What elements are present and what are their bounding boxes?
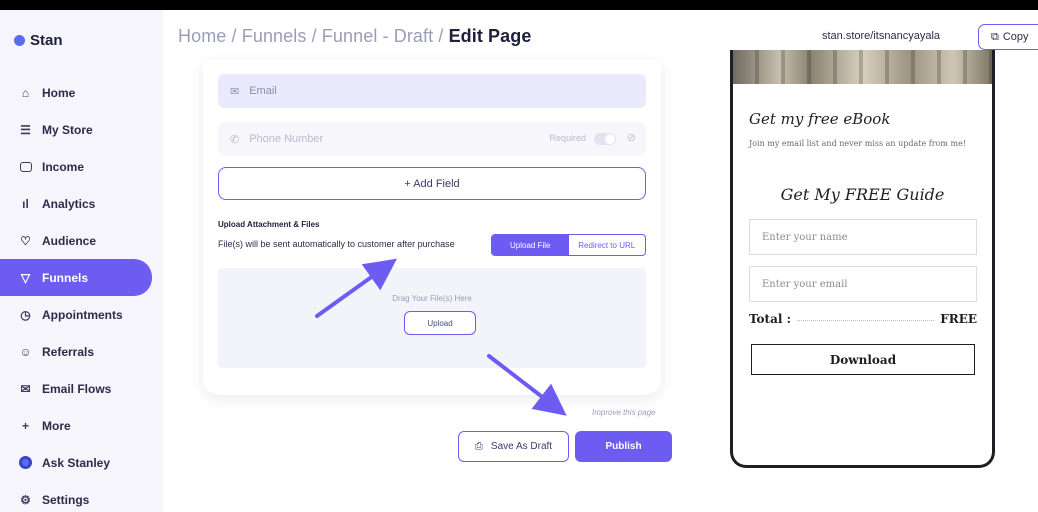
sidebar-item-label: Ask Stanley: [42, 455, 111, 470]
email-field-row[interactable]: ✉ Email: [218, 74, 646, 108]
upload-section-title: Upload Attachment & Files: [218, 220, 320, 229]
clock-icon: ◷: [20, 307, 31, 322]
sidebar-item-label: More: [42, 418, 71, 433]
sidebar-item-label: My Store: [42, 122, 93, 137]
heart-icon: ♡: [20, 233, 31, 248]
settings-icon: ⚙: [20, 492, 31, 507]
stanley-icon: [19, 456, 32, 469]
brand-logo[interactable]: Stan: [14, 32, 63, 49]
breadcrumb-separator: /: [433, 26, 449, 46]
save-as-draft-button[interactable]: ⎙ Save As Draft: [458, 431, 569, 462]
sidebar-item-settings[interactable]: ⚙ Settings: [8, 481, 148, 512]
upload-file-option[interactable]: Upload File: [492, 235, 569, 255]
phone-icon: ✆: [230, 133, 240, 146]
breadcrumb-separator: /: [226, 26, 242, 46]
sidebar-item-funnels[interactable]: ▽ Funnels: [0, 259, 152, 296]
delivery-option-toggle: Upload File Redirect to URL: [491, 234, 646, 256]
required-toggle[interactable]: [594, 133, 616, 145]
store-icon: ☰: [20, 122, 31, 137]
preview-email-input[interactable]: Enter your email: [749, 266, 977, 302]
sidebar-item-label: Email Flows: [42, 381, 112, 396]
page-title: Edit Page: [448, 26, 532, 46]
referral-icon: ☺: [19, 344, 32, 359]
sidebar-item-email-flows[interactable]: ✉ Email Flows: [8, 370, 148, 407]
phone-field-row[interactable]: ✆ Phone Number Required ⊘: [218, 122, 646, 156]
sidebar-item-income[interactable]: Income: [8, 148, 148, 185]
sidebar-item-label: Referrals: [42, 344, 95, 359]
income-icon: [19, 160, 32, 173]
preview-title: Get my free eBook: [749, 110, 891, 128]
sidebar-item-ask-stanley[interactable]: Ask Stanley: [8, 444, 148, 481]
sidebar-item-referrals[interactable]: ☺ Referrals: [8, 333, 148, 370]
total-label: Total :: [749, 312, 792, 326]
dropzone-text: Drag Your File(s) Here: [392, 294, 472, 303]
sidebar-item-label: Home: [42, 85, 76, 100]
sidebar-nav: ⌂ Home ☰ My Store Income ıl Analytics ♡ Audience…: [0, 74, 152, 512]
sidebar-item-audience[interactable]: ♡ Audience: [8, 222, 148, 259]
phone-field-label: Phone Number: [249, 133, 324, 145]
preview-description: Join my email list and never miss an upd…: [749, 139, 967, 148]
sidebar-item-label: Appointments: [42, 307, 123, 322]
redirect-url-option[interactable]: Redirect to URL: [569, 235, 646, 255]
add-field-button[interactable]: + Add Field: [218, 167, 646, 200]
mail-icon: ✉: [230, 85, 240, 98]
save-draft-label: Save As Draft: [490, 441, 553, 452]
upload-section-description: File(s) will be sent automatically to cu…: [218, 239, 455, 249]
sidebar-item-home[interactable]: ⌂ Home: [8, 74, 148, 111]
preview-name-input[interactable]: Enter your name: [749, 219, 977, 255]
hidden-eye-icon[interactable]: ⊘: [627, 131, 636, 144]
sidebar-item-more[interactable]: + More: [8, 407, 148, 444]
preview-hero-image: [733, 50, 992, 84]
breadcrumb-home[interactable]: Home: [178, 26, 226, 46]
app-window: Stan ⌂ Home ☰ My Store Income ıl Analytics ♡ Aud…: [0, 10, 1038, 512]
breadcrumb: Home / Funnels / Funnel - Draft / Edit P…: [178, 26, 531, 47]
sidebar-item-label: Analytics: [42, 196, 96, 211]
sidebar-item-label: Funnels: [42, 270, 89, 285]
publish-button[interactable]: Publish: [575, 431, 672, 462]
sidebar-item-label: Income: [42, 159, 85, 174]
preview-guide-title: Get My FREE Guide: [780, 185, 945, 204]
save-draft-icon: ⎙: [474, 441, 483, 452]
analytics-icon: ıl: [22, 196, 29, 211]
sidebar-item-label: Audience: [42, 233, 97, 248]
preview-total-row: Total : FREE: [749, 312, 977, 326]
stan-logo-icon: [14, 35, 25, 46]
funnel-icon: ▽: [20, 270, 31, 285]
upload-button[interactable]: Upload: [404, 311, 476, 335]
sidebar-item-analytics[interactable]: ıl Analytics: [8, 185, 148, 222]
breadcrumb-funnel-draft[interactable]: Funnel - Draft: [322, 26, 433, 46]
brand-name: Stan: [30, 32, 63, 49]
improve-page-link[interactable]: Improve this page: [592, 408, 656, 417]
copy-button[interactable]: ⧉ Copy: [978, 24, 1038, 50]
copy-icon: ⧉: [991, 30, 999, 43]
phone-preview: Get my free eBook Join my email list and…: [730, 50, 995, 468]
sidebar-item-label: Settings: [42, 492, 90, 507]
home-icon: ⌂: [21, 85, 30, 100]
email-field-label: Email: [249, 85, 277, 97]
breadcrumb-funnels[interactable]: Funnels: [242, 26, 307, 46]
file-dropzone[interactable]: Drag Your File(s) Here Upload: [218, 268, 646, 368]
required-label: Required: [549, 133, 586, 143]
copy-label: Copy: [1002, 31, 1029, 43]
sidebar: Stan ⌂ Home ☰ My Store Income ıl Analytics ♡ Aud…: [0, 10, 163, 512]
breadcrumb-separator: /: [306, 26, 322, 46]
total-value: FREE: [940, 312, 977, 326]
sidebar-item-appointments[interactable]: ◷ Appointments: [8, 296, 148, 333]
store-url-link[interactable]: stan.store/itsnancyayala: [822, 30, 940, 42]
plus-icon: +: [21, 418, 29, 433]
total-dots-divider: [797, 319, 935, 321]
mail-icon: ✉: [20, 381, 31, 396]
preview-download-button[interactable]: Download: [751, 344, 975, 375]
sidebar-item-my-store[interactable]: ☰ My Store: [8, 111, 148, 148]
form-editor-card: ✉ Email ✆ Phone Number Required ⊘ + Add …: [203, 60, 661, 395]
